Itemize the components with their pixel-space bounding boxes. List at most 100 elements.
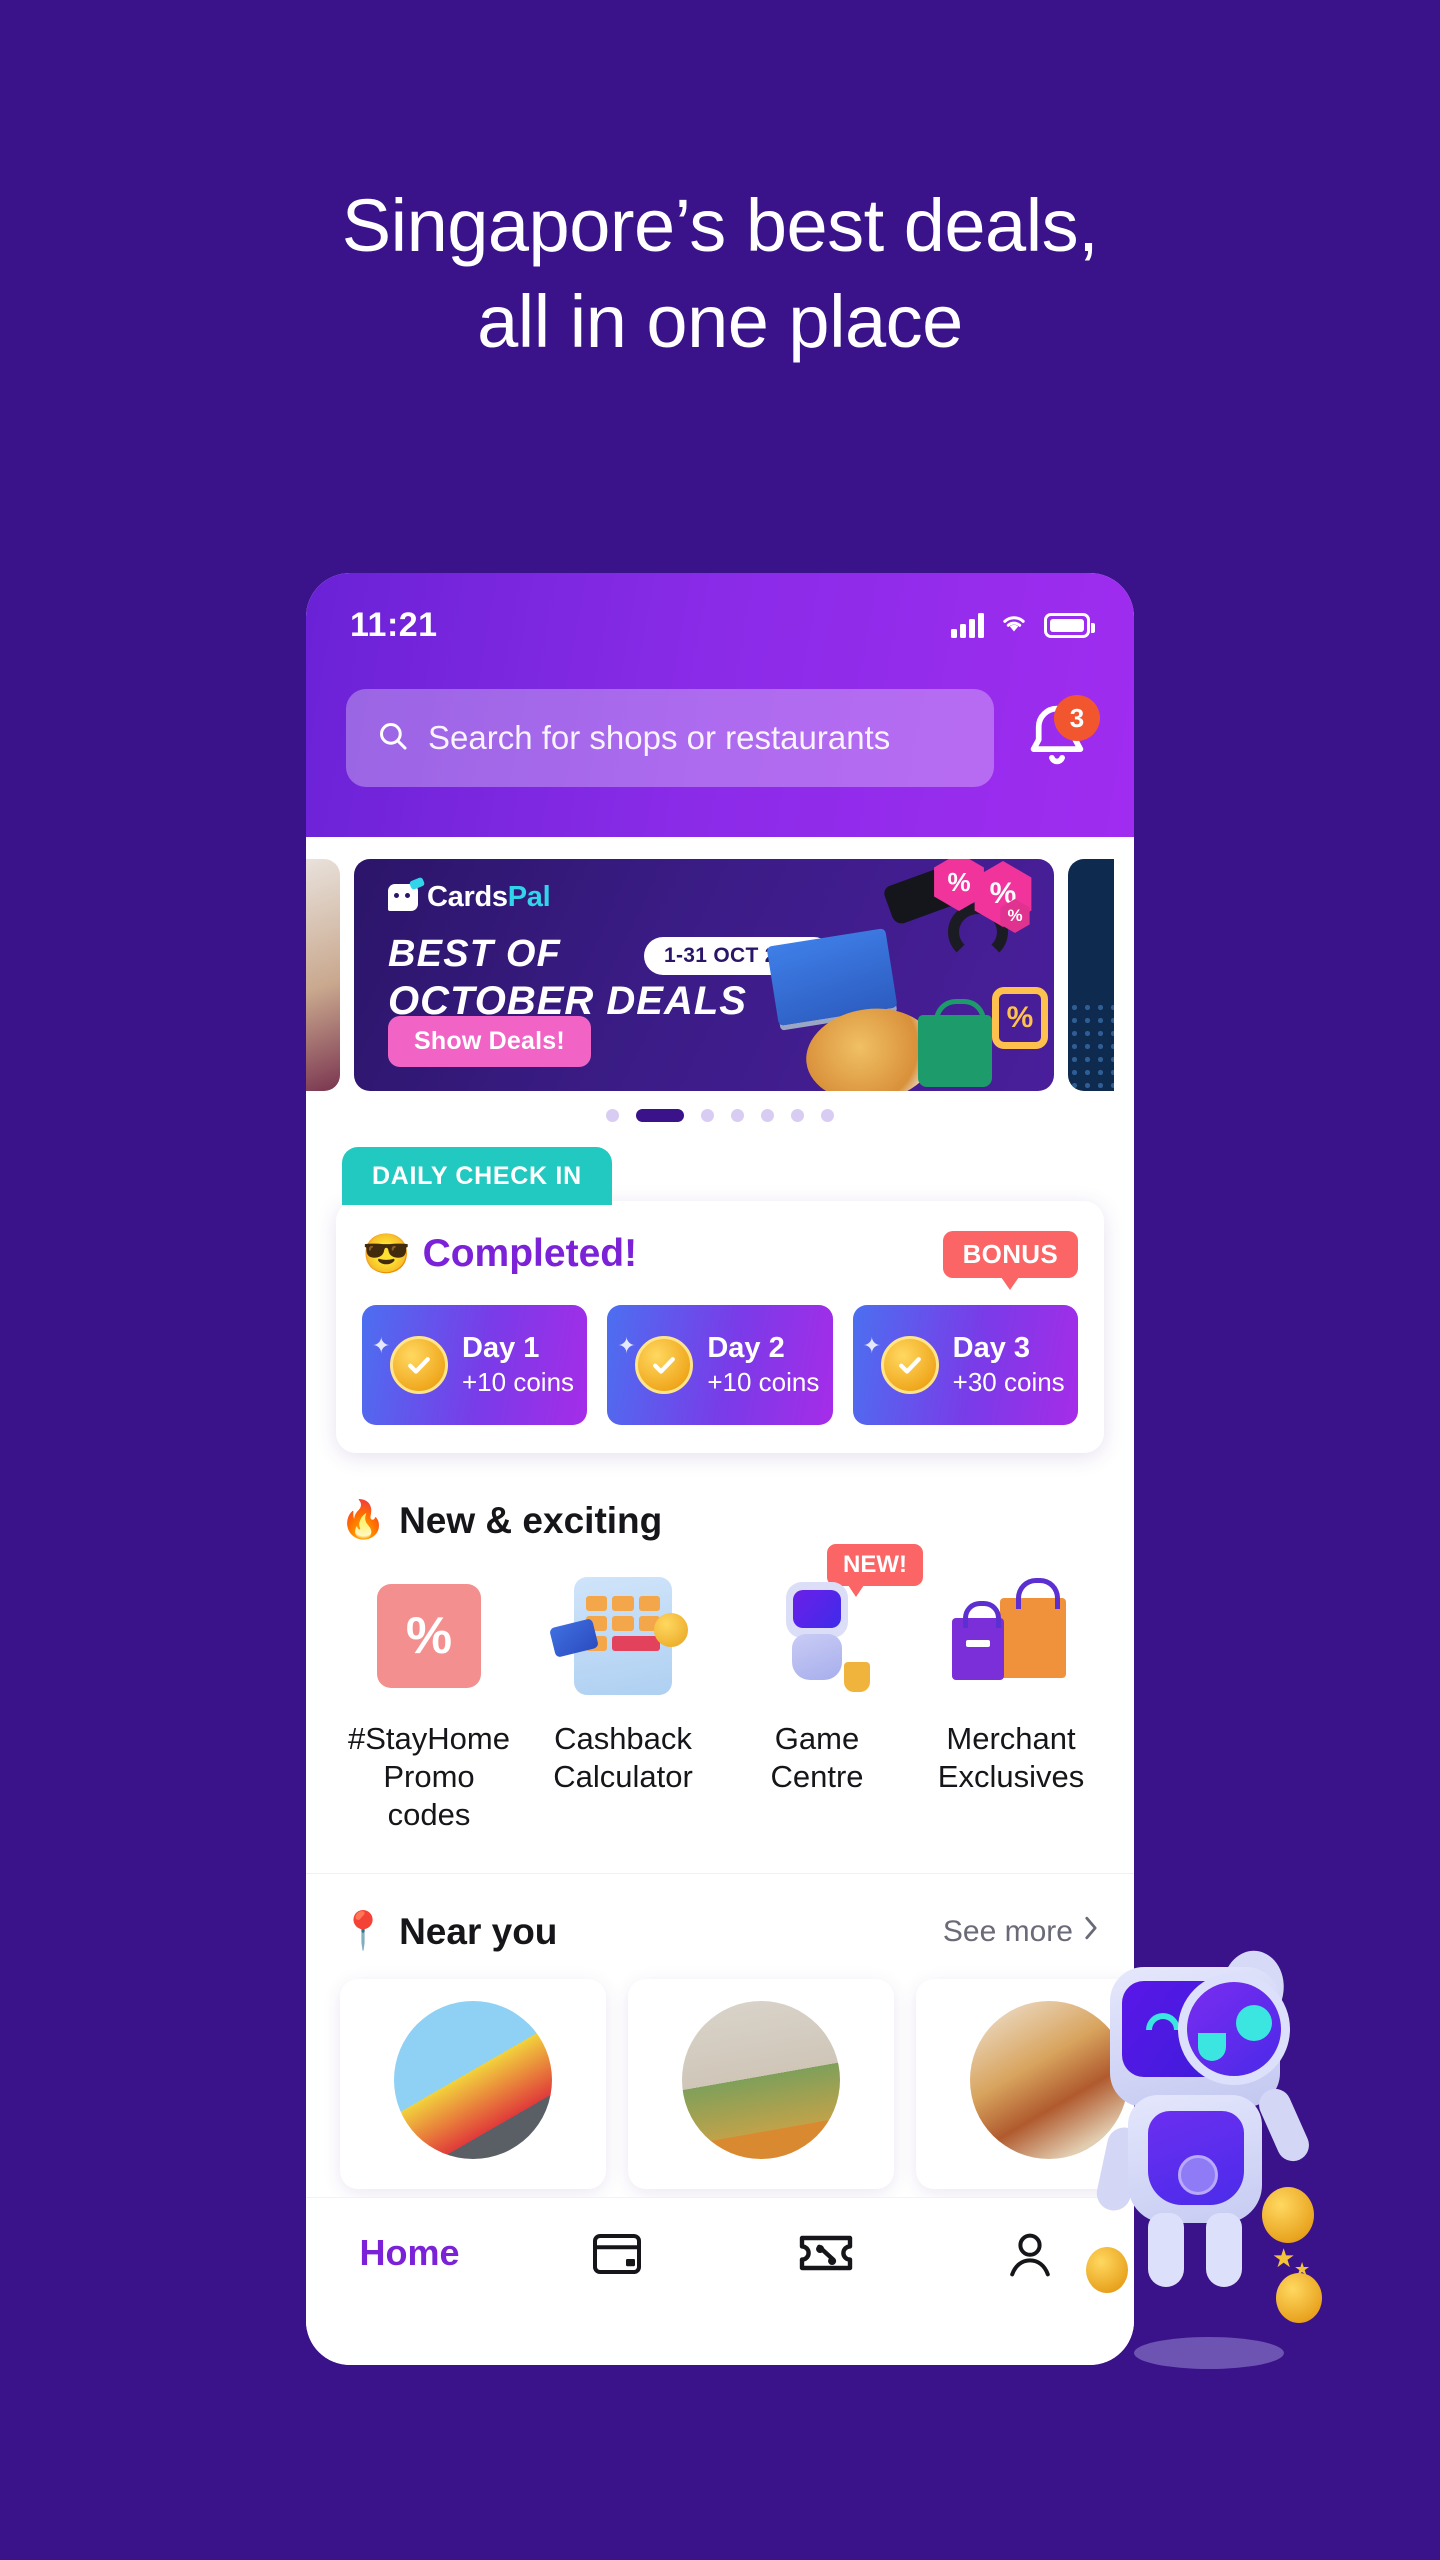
cardspal-mark-icon	[388, 884, 418, 911]
checkin-day-coins: +30 coins	[952, 1366, 1065, 1397]
tile-label: Game Centre	[728, 1720, 906, 1796]
mascot-shadow	[1134, 2337, 1284, 2369]
star-icon: ★	[1294, 2259, 1311, 2279]
wifi-icon	[999, 611, 1029, 640]
tile-stayhome-promo-codes[interactable]: % #StayHome Promo codes	[340, 1570, 518, 1833]
nav-item-vouchers[interactable]	[720, 2232, 927, 2276]
carousel-dot-active[interactable]	[636, 1108, 684, 1122]
checkin-status-text: Completed!	[422, 1232, 638, 1275]
show-deals-button[interactable]: Show Deals!	[388, 1016, 591, 1067]
coin-icon	[1262, 2187, 1314, 2243]
bottom-navigation: Home	[306, 2197, 1134, 2365]
tile-label-line-2: Exclusives	[937, 1758, 1085, 1794]
mascot-cheek	[1198, 2033, 1226, 2061]
coin-icon	[1086, 2247, 1128, 2293]
checkin-day-text: Day 3 +30 coins	[953, 1331, 1065, 1398]
checkin-status: 😎 Completed!	[362, 1231, 637, 1277]
promo-carousel[interactable]: CardsPal BEST OF OCTOBER DEALS 1-31 OCT …	[306, 859, 1134, 1139]
voucher-percent-icon	[798, 2232, 852, 2276]
daily-checkin-header: 😎 Completed! BONUS	[362, 1225, 1078, 1290]
near-you-card[interactable]	[628, 1979, 894, 2190]
tile-label: #StayHome Promo codes	[340, 1720, 518, 1833]
checkin-day-card[interactable]: ✦ Day 1 +10 coins	[362, 1305, 588, 1425]
tile-label-line-2: Calculator	[553, 1758, 693, 1794]
status-bar: 11:21	[306, 601, 1134, 649]
tile-art	[728, 1570, 906, 1702]
daily-checkin-tab[interactable]: DAILY CHECK IN	[342, 1147, 612, 1205]
checkin-day-text: Day 2 +10 coins	[707, 1331, 819, 1398]
checkin-day-coins: +10 coins	[707, 1366, 820, 1397]
carousel-dots[interactable]	[306, 1091, 1134, 1139]
location-pin-emoji-icon: 📍	[340, 1910, 387, 1952]
status-clock: 11:21	[350, 605, 438, 644]
checkin-day-label: Day 1	[462, 1332, 540, 1365]
sparkle-icon: ✦	[617, 1333, 636, 1358]
checkin-day-card[interactable]: ✦ Day 3 +30 coins	[852, 1305, 1078, 1425]
shell-station-photo	[394, 2001, 552, 2160]
new-exciting-header: 🔥 New & exciting	[340, 1499, 1100, 1542]
notification-button[interactable]: 3	[1020, 695, 1100, 777]
new-exciting-title-text: New & exciting	[399, 1499, 663, 1541]
tile-merchant-exclusives[interactable]: Merchant Exclusives	[922, 1570, 1100, 1833]
tile-label-line-1: Merchant	[946, 1721, 1076, 1756]
checkin-days: ✦ Day 1 +10 coins ✦ Day 2 +10 coins ✦ Da…	[362, 1305, 1078, 1425]
sparkle-icon: ✦	[372, 1333, 391, 1358]
see-more-button[interactable]: See more	[943, 1914, 1100, 1950]
tile-label-line-2: Promo codes	[383, 1758, 475, 1832]
carousel-slide-prev[interactable]	[306, 859, 340, 1091]
tile-art	[922, 1570, 1100, 1702]
checkin-day-coins: +10 coins	[462, 1366, 575, 1397]
carousel-slide-active[interactable]: CardsPal BEST OF OCTOBER DEALS 1-31 OCT …	[354, 859, 1054, 1091]
tile-art	[534, 1570, 712, 1702]
carousel-dot[interactable]	[821, 1108, 834, 1122]
tile-label-line-1: Game	[774, 1721, 860, 1756]
see-more-label: See more	[942, 1914, 1073, 1948]
tile-label: Cashback Calculator	[534, 1720, 712, 1796]
calculator-icon	[549, 1577, 688, 1695]
carousel-dot[interactable]	[791, 1108, 804, 1122]
person-icon	[1005, 2232, 1057, 2277]
near-you-header: 📍 Near you See more	[340, 1910, 1100, 1953]
bonus-badge: BONUS	[942, 1230, 1078, 1290]
mascot-leg-left	[1148, 2213, 1184, 2287]
daily-checkin-section: DAILY CHECK IN 😎 Completed! BONUS ✦ Day …	[306, 1147, 1134, 1453]
coin-check-icon	[635, 1336, 694, 1394]
search-input[interactable]: Search for shops or restaurants	[346, 689, 994, 787]
tile-label-line-1: Cashback	[554, 1721, 692, 1756]
carousel-slide-next[interactable]	[1068, 859, 1114, 1091]
carousel-dot[interactable]	[761, 1108, 774, 1122]
tile-game-centre[interactable]: NEW! Game Centre	[728, 1544, 923, 1833]
mascot-arm-right	[1253, 2083, 1315, 2167]
near-you-cards	[340, 1979, 1134, 2190]
checkin-day-card[interactable]: ✦ Day 2 +10 coins	[607, 1305, 833, 1425]
carousel-dot[interactable]	[731, 1108, 744, 1122]
tile-art: %	[340, 1570, 518, 1702]
shopping-bags-icon	[952, 1576, 1070, 1696]
tile-label-line-2: Centre	[770, 1758, 864, 1794]
search-icon	[376, 719, 410, 758]
nav-item-home[interactable]: Home	[306, 2232, 513, 2274]
promo-code-icon: %	[377, 1584, 481, 1688]
near-you-section: 📍 Near you See more	[306, 1873, 1134, 2190]
new-exciting-tiles: % #StayHome Promo codes Cashback Calcula…	[340, 1544, 1100, 1833]
tile-label-line-1: #StayHome	[348, 1721, 510, 1756]
near-you-title-text: Near you	[399, 1910, 558, 1952]
phone-mockup: 11:21 Search for shops or restaurants 3	[306, 573, 1134, 2365]
robot-mascot: ★ ★	[1086, 1943, 1340, 2375]
daily-checkin-card: 😎 Completed! BONUS ✦ Day 1 +10 coins ✦ D…	[336, 1201, 1104, 1453]
coin-check-icon	[880, 1336, 939, 1394]
nav-item-cards[interactable]	[513, 2232, 720, 2276]
tile-cashback-calculator[interactable]: Cashback Calculator	[534, 1570, 712, 1833]
cardspal-logo: CardsPal	[388, 881, 551, 914]
handbag-icon	[918, 999, 992, 1087]
carousel-dot[interactable]	[606, 1108, 619, 1122]
banner-artwork: % % % %	[754, 859, 1054, 1091]
coin-icon	[1276, 2273, 1322, 2323]
mascot-chest-button	[1178, 2155, 1218, 2195]
app-header: 11:21 Search for shops or restaurants 3	[306, 573, 1134, 837]
search-row: Search for shops or restaurants 3	[306, 689, 1134, 787]
carousel-dot[interactable]	[701, 1108, 714, 1122]
near-you-card[interactable]	[340, 1979, 606, 2190]
headline-line-1: Singapore’s best deals,	[341, 184, 1099, 267]
percent-neon-icon: %	[992, 987, 1048, 1049]
